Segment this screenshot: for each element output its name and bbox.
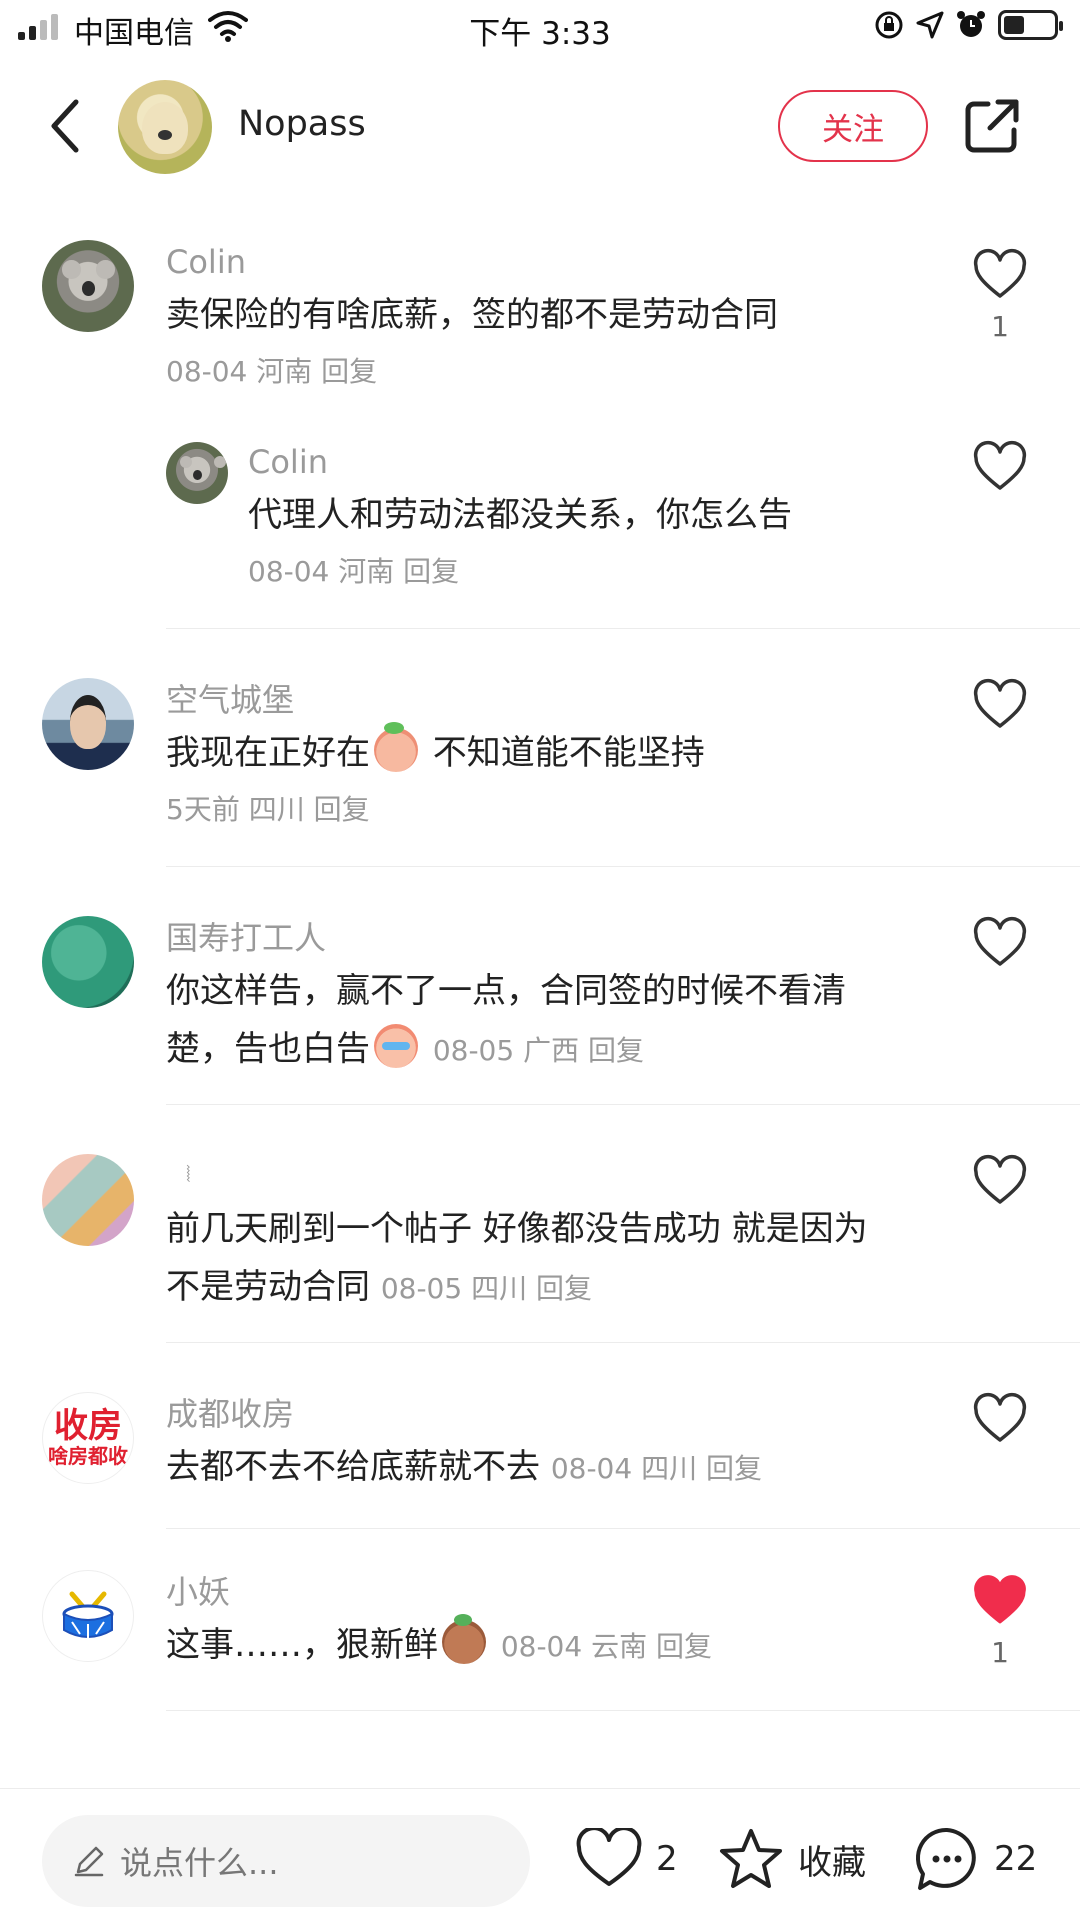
like-count: 1	[991, 1636, 1009, 1669]
like-count: 2	[656, 1839, 678, 1879]
commenter-avatar[interactable]	[166, 442, 228, 504]
like-count: 1	[991, 310, 1009, 343]
share-icon[interactable]	[962, 96, 1022, 156]
battery-icon	[998, 10, 1063, 40]
collect-label: 收藏	[798, 1842, 866, 1883]
comment-text[interactable]: 我现在正好在 不知道能不能坚持	[166, 722, 946, 782]
back-button[interactable]	[40, 96, 90, 156]
pencil-icon	[74, 1846, 104, 1877]
alarm-icon	[957, 11, 985, 37]
status-right-icons	[874, 10, 1063, 40]
comment-count: 22	[994, 1839, 1038, 1879]
heart-icon-liked[interactable]	[972, 1574, 1028, 1630]
commenter-name[interactable]: Colin	[248, 440, 948, 484]
commenter-avatar[interactable]	[42, 1154, 134, 1246]
post-header: Nopass 关注	[0, 70, 1080, 180]
brown-emoji-icon	[442, 1614, 486, 1664]
comment-icon	[915, 1827, 976, 1890]
comment-input-placeholder: 说点什么...	[120, 1844, 279, 1882]
comment-text-part: 去都不去不给底薪就不去	[166, 1447, 540, 1487]
commenter-avatar[interactable]	[42, 678, 134, 770]
heart-icon[interactable]	[972, 1154, 1028, 1210]
peach-emoji-icon	[374, 722, 418, 772]
comment-button[interactable]: 22	[914, 1819, 1037, 1899]
heart-icon[interactable]	[972, 440, 1028, 496]
comment-text[interactable]: 代理人和劳动法都没关系，你怎么告	[248, 486, 948, 544]
comment-text-line: 你这样告，赢不了一点，合同签的时候不看清	[166, 971, 846, 1011]
comment-input[interactable]: 说点什么...	[42, 1815, 530, 1907]
drum-icon	[62, 1591, 114, 1638]
comment-meta[interactable]: 5天前 四川 回复	[166, 790, 946, 830]
commenter-avatar[interactable]: 收房 啥房都收	[42, 1392, 134, 1484]
commenter-avatar[interactable]	[42, 916, 134, 1008]
comment-text-line: 楚，告也白告	[166, 1029, 370, 1069]
avatar-text: 啥房都收	[48, 1444, 128, 1468]
crying-emoji-icon	[374, 1024, 418, 1068]
comment-meta[interactable]: 08-04 河南 回复	[248, 552, 948, 592]
heart-icon	[576, 1828, 642, 1886]
commenter-avatar[interactable]	[42, 1570, 134, 1662]
comment-text-part: 我现在正好在	[166, 733, 370, 773]
comment-meta[interactable]: 08-05 四川 回复	[381, 1272, 592, 1305]
comment-text[interactable]: 这事……，狠新鲜 08-04 云南 回复	[166, 1614, 946, 1676]
comment-text-part: 这事……，狠新鲜	[166, 1625, 438, 1665]
commenter-name[interactable]: 成都收房	[166, 1392, 946, 1436]
collect-button[interactable]: 收藏	[718, 1819, 866, 1899]
comment-meta[interactable]: 08-04 云南 回复	[501, 1630, 712, 1663]
divider	[166, 1528, 1080, 1529]
comment-text[interactable]: 你这样告，赢不了一点，合同签的时候不看清 楚，告也白告 08-05 广西 回复	[166, 962, 946, 1080]
heart-icon[interactable]	[972, 678, 1028, 734]
divider	[166, 1710, 1080, 1711]
divider	[166, 628, 1080, 629]
commenter-name[interactable]: 国寿打工人	[166, 916, 946, 960]
heart-icon[interactable]	[972, 1392, 1028, 1448]
star-icon	[720, 1829, 782, 1888]
comment-meta[interactable]: 08-05 广西 回复	[433, 1034, 644, 1067]
avatar-text: 收房	[54, 1406, 122, 1446]
status-bar: 中国电信 下午 3:33	[0, 0, 1080, 56]
comment-meta[interactable]: 08-04 四川 回复	[551, 1452, 762, 1485]
commenter-name[interactable]: 空气城堡	[166, 678, 946, 722]
comment-text-part: 不知道能不能坚持	[422, 733, 705, 773]
location-icon	[916, 11, 944, 39]
commenter-name[interactable]: 小妖	[166, 1570, 946, 1614]
heart-icon[interactable]	[972, 248, 1028, 304]
bottom-action-bar: 说点什么... 2 收藏 22	[0, 1788, 1080, 1920]
comment-meta[interactable]: 08-04 河南 回复	[166, 352, 946, 392]
lock-rotation-icon	[875, 11, 903, 39]
comment-text[interactable]: 卖保险的有啥底薪，签的都不是劳动合同	[166, 286, 946, 344]
commenter-name[interactable]: Colin	[166, 240, 946, 284]
divider	[166, 1104, 1080, 1105]
comment-text[interactable]: 前几天刷到一个帖子 好像都没告成功 就是因为 不是劳动合同 08-05 四川 回复	[166, 1200, 946, 1318]
author-name[interactable]: Nopass	[238, 104, 366, 144]
author-avatar[interactable]	[118, 80, 212, 174]
divider	[166, 866, 1080, 867]
heart-icon[interactable]	[972, 916, 1028, 972]
back-icon	[51, 99, 79, 153]
comment-text-line: 不是劳动合同	[166, 1267, 370, 1307]
commenter-name[interactable]: ⦚	[166, 1154, 946, 1198]
like-post-button[interactable]: 2	[576, 1819, 678, 1899]
follow-button[interactable]: 关注	[778, 90, 928, 162]
comment-text[interactable]: 去都不去不给底薪就不去 08-04 四川 回复	[166, 1438, 946, 1498]
comment-text-line: 前几天刷到一个帖子 好像都没告成功 就是因为	[166, 1209, 868, 1249]
commenter-avatar[interactable]	[42, 240, 134, 332]
divider	[166, 1342, 1080, 1343]
